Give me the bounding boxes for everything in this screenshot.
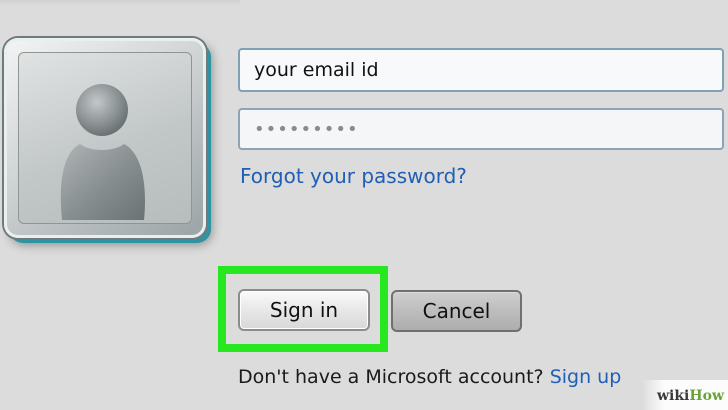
sign-in-button[interactable]: Sign in — [238, 289, 370, 331]
sign-up-link[interactable]: Sign up — [550, 366, 622, 388]
cancel-button[interactable]: Cancel — [391, 290, 522, 332]
password-field[interactable] — [238, 108, 724, 150]
avatar-background — [18, 52, 192, 224]
signup-prompt-text: Don't have a Microsoft account? — [238, 366, 544, 388]
wikihow-watermark: wikiHow — [657, 388, 724, 404]
window-top-edge — [0, 0, 240, 6]
watermark-wiki: wiki — [656, 388, 690, 404]
user-silhouette-icon — [60, 84, 146, 220]
forgot-password-link[interactable]: Forgot your password? — [240, 164, 467, 188]
email-field[interactable] — [238, 48, 724, 92]
watermark-how: How — [689, 388, 724, 404]
signup-prompt-row: Don't have a Microsoft account? Sign up — [238, 366, 621, 388]
user-avatar-tile — [4, 38, 206, 238]
